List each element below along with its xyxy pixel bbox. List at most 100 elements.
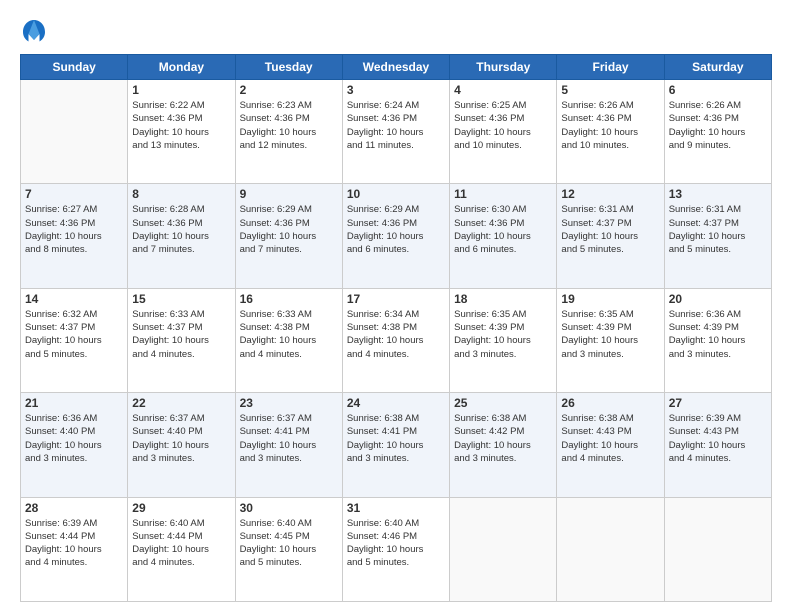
day-header-saturday: Saturday	[664, 55, 771, 80]
day-info: Sunrise: 6:37 AM Sunset: 4:41 PM Dayligh…	[240, 412, 338, 465]
day-number: 27	[669, 396, 767, 410]
day-number: 28	[25, 501, 123, 515]
header	[20, 18, 772, 46]
calendar-cell: 28 Sunrise: 6:39 AM Sunset: 4:44 PM Dayli…	[21, 497, 128, 601]
calendar-week-3: 14 Sunrise: 6:32 AM Sunset: 4:37 PM Dayli…	[21, 288, 772, 392]
day-info: Sunrise: 6:27 AM Sunset: 4:36 PM Dayligh…	[25, 203, 123, 256]
calendar-cell: 30 Sunrise: 6:40 AM Sunset: 4:45 PM Dayli…	[235, 497, 342, 601]
day-number: 9	[240, 187, 338, 201]
day-info: Sunrise: 6:40 AM Sunset: 4:46 PM Dayligh…	[347, 517, 445, 570]
day-info: Sunrise: 6:32 AM Sunset: 4:37 PM Dayligh…	[25, 308, 123, 361]
day-info: Sunrise: 6:38 AM Sunset: 4:41 PM Dayligh…	[347, 412, 445, 465]
day-info: Sunrise: 6:33 AM Sunset: 4:38 PM Dayligh…	[240, 308, 338, 361]
calendar-page: SundayMondayTuesdayWednesdayThursdayFrid…	[0, 0, 792, 612]
day-number: 10	[347, 187, 445, 201]
calendar-cell: 17 Sunrise: 6:34 AM Sunset: 4:38 PM Dayli…	[342, 288, 449, 392]
calendar-cell: 16 Sunrise: 6:33 AM Sunset: 4:38 PM Dayli…	[235, 288, 342, 392]
day-info: Sunrise: 6:33 AM Sunset: 4:37 PM Dayligh…	[132, 308, 230, 361]
day-info: Sunrise: 6:22 AM Sunset: 4:36 PM Dayligh…	[132, 99, 230, 152]
calendar-cell: 11 Sunrise: 6:30 AM Sunset: 4:36 PM Dayli…	[450, 184, 557, 288]
day-number: 23	[240, 396, 338, 410]
calendar-cell: 7 Sunrise: 6:27 AM Sunset: 4:36 PM Daylig…	[21, 184, 128, 288]
day-info: Sunrise: 6:24 AM Sunset: 4:36 PM Dayligh…	[347, 99, 445, 152]
day-number: 29	[132, 501, 230, 515]
calendar-cell: 31 Sunrise: 6:40 AM Sunset: 4:46 PM Dayli…	[342, 497, 449, 601]
day-info: Sunrise: 6:34 AM Sunset: 4:38 PM Dayligh…	[347, 308, 445, 361]
day-header-sunday: Sunday	[21, 55, 128, 80]
calendar-cell: 10 Sunrise: 6:29 AM Sunset: 4:36 PM Dayli…	[342, 184, 449, 288]
calendar-cell: 25 Sunrise: 6:38 AM Sunset: 4:42 PM Dayli…	[450, 393, 557, 497]
day-number: 20	[669, 292, 767, 306]
day-info: Sunrise: 6:35 AM Sunset: 4:39 PM Dayligh…	[454, 308, 552, 361]
calendar-cell: 26 Sunrise: 6:38 AM Sunset: 4:43 PM Dayli…	[557, 393, 664, 497]
calendar-cell: 1 Sunrise: 6:22 AM Sunset: 4:36 PM Daylig…	[128, 80, 235, 184]
day-number: 17	[347, 292, 445, 306]
calendar-cell	[664, 497, 771, 601]
calendar-week-2: 7 Sunrise: 6:27 AM Sunset: 4:36 PM Daylig…	[21, 184, 772, 288]
day-info: Sunrise: 6:31 AM Sunset: 4:37 PM Dayligh…	[669, 203, 767, 256]
day-number: 24	[347, 396, 445, 410]
day-header-tuesday: Tuesday	[235, 55, 342, 80]
day-info: Sunrise: 6:38 AM Sunset: 4:42 PM Dayligh…	[454, 412, 552, 465]
day-info: Sunrise: 6:40 AM Sunset: 4:45 PM Dayligh…	[240, 517, 338, 570]
calendar-cell	[21, 80, 128, 184]
day-info: Sunrise: 6:35 AM Sunset: 4:39 PM Dayligh…	[561, 308, 659, 361]
calendar-week-4: 21 Sunrise: 6:36 AM Sunset: 4:40 PM Dayli…	[21, 393, 772, 497]
logo-icon	[20, 18, 48, 46]
day-info: Sunrise: 6:36 AM Sunset: 4:39 PM Dayligh…	[669, 308, 767, 361]
calendar-cell: 19 Sunrise: 6:35 AM Sunset: 4:39 PM Dayli…	[557, 288, 664, 392]
day-header-wednesday: Wednesday	[342, 55, 449, 80]
calendar-cell: 23 Sunrise: 6:37 AM Sunset: 4:41 PM Dayli…	[235, 393, 342, 497]
calendar-cell: 3 Sunrise: 6:24 AM Sunset: 4:36 PM Daylig…	[342, 80, 449, 184]
day-number: 12	[561, 187, 659, 201]
day-number: 15	[132, 292, 230, 306]
calendar-cell: 18 Sunrise: 6:35 AM Sunset: 4:39 PM Dayli…	[450, 288, 557, 392]
day-number: 6	[669, 83, 767, 97]
day-info: Sunrise: 6:25 AM Sunset: 4:36 PM Dayligh…	[454, 99, 552, 152]
day-number: 30	[240, 501, 338, 515]
calendar-cell: 9 Sunrise: 6:29 AM Sunset: 4:36 PM Daylig…	[235, 184, 342, 288]
day-info: Sunrise: 6:29 AM Sunset: 4:36 PM Dayligh…	[240, 203, 338, 256]
calendar-cell: 12 Sunrise: 6:31 AM Sunset: 4:37 PM Dayli…	[557, 184, 664, 288]
calendar-cell: 2 Sunrise: 6:23 AM Sunset: 4:36 PM Daylig…	[235, 80, 342, 184]
day-info: Sunrise: 6:40 AM Sunset: 4:44 PM Dayligh…	[132, 517, 230, 570]
day-number: 3	[347, 83, 445, 97]
day-number: 21	[25, 396, 123, 410]
day-info: Sunrise: 6:37 AM Sunset: 4:40 PM Dayligh…	[132, 412, 230, 465]
calendar-cell	[450, 497, 557, 601]
day-number: 4	[454, 83, 552, 97]
day-number: 5	[561, 83, 659, 97]
calendar-table: SundayMondayTuesdayWednesdayThursdayFrid…	[20, 54, 772, 602]
logo	[20, 18, 52, 46]
calendar-cell: 5 Sunrise: 6:26 AM Sunset: 4:36 PM Daylig…	[557, 80, 664, 184]
day-info: Sunrise: 6:26 AM Sunset: 4:36 PM Dayligh…	[561, 99, 659, 152]
day-number: 7	[25, 187, 123, 201]
calendar-cell: 24 Sunrise: 6:38 AM Sunset: 4:41 PM Dayli…	[342, 393, 449, 497]
day-number: 16	[240, 292, 338, 306]
day-number: 26	[561, 396, 659, 410]
day-number: 14	[25, 292, 123, 306]
calendar-cell: 14 Sunrise: 6:32 AM Sunset: 4:37 PM Dayli…	[21, 288, 128, 392]
day-info: Sunrise: 6:38 AM Sunset: 4:43 PM Dayligh…	[561, 412, 659, 465]
day-number: 31	[347, 501, 445, 515]
calendar-week-1: 1 Sunrise: 6:22 AM Sunset: 4:36 PM Daylig…	[21, 80, 772, 184]
day-info: Sunrise: 6:31 AM Sunset: 4:37 PM Dayligh…	[561, 203, 659, 256]
day-number: 2	[240, 83, 338, 97]
day-header-thursday: Thursday	[450, 55, 557, 80]
calendar-cell	[557, 497, 664, 601]
day-number: 1	[132, 83, 230, 97]
day-info: Sunrise: 6:39 AM Sunset: 4:44 PM Dayligh…	[25, 517, 123, 570]
day-header-friday: Friday	[557, 55, 664, 80]
day-info: Sunrise: 6:29 AM Sunset: 4:36 PM Dayligh…	[347, 203, 445, 256]
day-info: Sunrise: 6:23 AM Sunset: 4:36 PM Dayligh…	[240, 99, 338, 152]
day-info: Sunrise: 6:36 AM Sunset: 4:40 PM Dayligh…	[25, 412, 123, 465]
day-number: 25	[454, 396, 552, 410]
calendar-cell: 4 Sunrise: 6:25 AM Sunset: 4:36 PM Daylig…	[450, 80, 557, 184]
day-number: 19	[561, 292, 659, 306]
day-number: 11	[454, 187, 552, 201]
day-info: Sunrise: 6:30 AM Sunset: 4:36 PM Dayligh…	[454, 203, 552, 256]
day-number: 13	[669, 187, 767, 201]
day-number: 18	[454, 292, 552, 306]
day-number: 8	[132, 187, 230, 201]
calendar-cell: 21 Sunrise: 6:36 AM Sunset: 4:40 PM Dayli…	[21, 393, 128, 497]
